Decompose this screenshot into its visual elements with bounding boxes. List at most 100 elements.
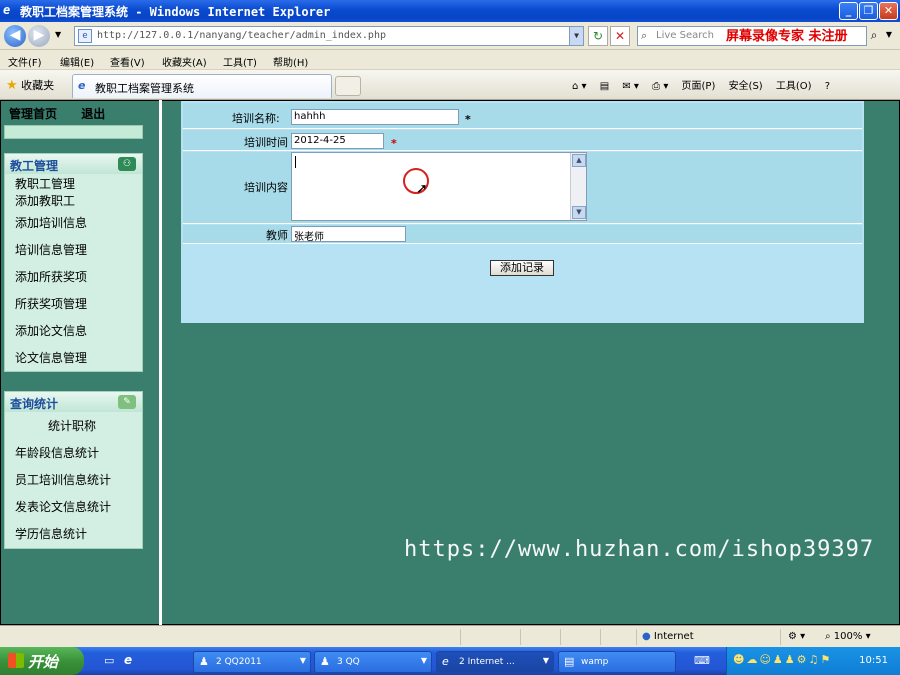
nav-item-training-stats[interactable]: 员工培训信息统计 (15, 471, 111, 488)
page-menu[interactable]: 页面(P) (682, 81, 716, 92)
stop-icon[interactable]: ✕ (610, 26, 630, 46)
command-bar: ⌂ ▾ ▤ ✉ ▾ ⎙ ▾ 页面(P) 安全(S) 工具(O) ? (572, 77, 840, 92)
quicklaunch-ie-icon[interactable]: e (124, 653, 132, 667)
history-dropdown-icon[interactable]: ▼ (55, 30, 61, 39)
top-nav: 管理首页 退出 (9, 105, 125, 122)
nav-spacer-bar (4, 125, 143, 139)
menu-tools[interactable]: 工具(T) (223, 54, 257, 69)
feeds-icon[interactable]: ▤ (600, 81, 609, 92)
qq-icon: ♟ (199, 655, 209, 668)
protected-mode-icon[interactable]: ⚙ ▾ (788, 631, 805, 642)
search-go-icon[interactable]: ⌕ (867, 26, 881, 46)
ie-logo-icon: e (3, 3, 11, 17)
tab-current[interactable]: e 教职工档案管理系统 (72, 74, 332, 98)
maximize-button[interactable]: ❐ (859, 2, 878, 20)
nav-item-award-manage[interactable]: 所获奖项管理 (15, 295, 87, 312)
tools-menu[interactable]: 工具(O) (776, 81, 812, 92)
nav-item-add-staff[interactable]: 添加教职工 (15, 192, 75, 209)
panel-staff-management: 教工管理 ⚇ 教职工管理 添加教职工 添加培训信息 培训信息管理 添加所获奖项 … (4, 153, 143, 372)
taskbar-qq2011[interactable]: ♟ 2 QQ2011 ▼ (193, 651, 311, 673)
nav-item-add-award[interactable]: 添加所获奖项 (15, 268, 87, 285)
help-icon[interactable]: ? (825, 81, 830, 92)
recorder-watermark: 屏幕录像专家 未注册 (726, 29, 848, 44)
text-caret (295, 156, 296, 168)
nav-item-paper-stats[interactable]: 发表论文信息统计 (15, 498, 111, 515)
back-button[interactable]: ◀ (4, 25, 26, 47)
nav-item-paper-manage[interactable]: 论文信息管理 (15, 349, 87, 366)
nav-item-age-stats[interactable]: 年龄段信息统计 (15, 444, 99, 461)
status-bar: ● Internet ⚙ ▾ ⌕ 100% ▾ (0, 625, 900, 647)
taskbar-wamp[interactable]: ▤ wamp (558, 651, 676, 673)
close-button[interactable]: ✕ (879, 2, 898, 20)
training-time-input[interactable]: 2012-4-25 (291, 133, 384, 149)
panel-stats-title: 查询统计 ✎ (5, 392, 142, 412)
address-input[interactable]: e http://127.0.0.1/nanyang/teacher/admin… (74, 26, 584, 46)
home-icon[interactable]: ⌂ ▾ (572, 81, 587, 92)
title-bar[interactable]: e 教职工档案管理系统 - Windows Internet Explorer … (0, 0, 900, 22)
qq-icon: ♟ (320, 655, 330, 668)
nav-item-add-paper[interactable]: 添加论文信息 (15, 322, 87, 339)
clock: 10:51 (859, 655, 888, 666)
security-zone[interactable]: ● Internet (642, 631, 694, 642)
forward-button[interactable]: ▶ (28, 25, 50, 47)
taskbar-internet-explorer[interactable]: e 2 Internet ... ▼ (436, 651, 554, 673)
scroll-up-icon[interactable]: ▲ (572, 154, 586, 167)
nav-item-staff-manage[interactable]: 教职工管理 (15, 175, 75, 192)
status-divider (460, 629, 461, 645)
menu-view[interactable]: 查看(V) (110, 54, 145, 69)
window-title: 教职工档案管理系统 - Windows Internet Explorer (20, 5, 331, 19)
training-name-input[interactable]: hahhh (291, 109, 459, 125)
menu-favorites[interactable]: 收藏夹(A) (162, 54, 207, 69)
required-mark-red: * (391, 137, 397, 150)
menu-edit[interactable]: 编辑(E) (60, 54, 94, 69)
form-row-name (183, 103, 862, 129)
nav-item-add-training[interactable]: 添加培训信息 (15, 214, 87, 231)
nav-home-link[interactable]: 管理首页 (9, 107, 57, 121)
tray-icons[interactable]: ☻☁☺♟♟⚙♫⚑ (733, 653, 832, 666)
panel-staff-title: 教工管理 ⚇ (5, 154, 142, 174)
ie-icon: e (442, 655, 449, 668)
status-divider (636, 629, 637, 645)
search-input[interactable]: ⌕ Live Search 屏幕录像专家 未注册 (637, 26, 867, 46)
taskbar: 开始 ▭ e ♟ 2 QQ2011 ▼ ♟ 3 QQ ▼ e 2 Interne… (0, 647, 900, 675)
page-icon: e (78, 29, 92, 43)
show-desktop-icon[interactable]: ▭ (104, 654, 114, 667)
required-mark: * (465, 113, 471, 126)
mail-icon[interactable]: ✉ ▾ (622, 81, 639, 92)
menu-help[interactable]: 帮助(H) (273, 54, 308, 69)
training-content-textarea[interactable]: ▲ ▼ (291, 152, 587, 221)
nav-item-training-manage[interactable]: 培训信息管理 (15, 241, 87, 258)
ie-tab-icon: e (78, 79, 86, 92)
print-icon[interactable]: ⎙ ▾ (652, 81, 668, 92)
status-divider (520, 629, 521, 645)
nav-item-education-stats[interactable]: 学历信息统计 (15, 525, 87, 542)
safety-menu[interactable]: 安全(S) (729, 81, 763, 92)
minimize-button[interactable]: _ (839, 2, 858, 20)
status-divider (600, 629, 601, 645)
panel-statistics: 查询统计 ✎ 统计职称 年龄段信息统计 员工培训信息统计 发表论文信息统计 学历… (4, 391, 143, 549)
new-tab-button[interactable] (335, 76, 361, 96)
chart-icon: ✎ (118, 395, 136, 409)
search-options-icon[interactable]: ▼ (882, 26, 896, 46)
group-dropdown-icon: ▼ (420, 656, 427, 665)
teacher-label: 教师 (266, 229, 288, 242)
nav-logout-link[interactable]: 退出 (81, 107, 105, 121)
group-dropdown-icon: ▼ (542, 656, 549, 665)
mouse-pointer-icon: ➚ (416, 181, 428, 197)
keyboard-icon[interactable]: ⌨ (694, 654, 710, 667)
add-record-button[interactable]: 添加记录 (490, 260, 554, 276)
taskbar-qq[interactable]: ♟ 3 QQ ▼ (314, 651, 432, 673)
menu-file[interactable]: 文件(F) (8, 54, 42, 69)
people-icon: ⚇ (118, 157, 136, 171)
zoom-level[interactable]: ⌕ 100% ▾ (825, 631, 871, 642)
start-button[interactable]: 开始 (0, 647, 84, 675)
nav-item-title-stats[interactable]: 统计职称 (48, 417, 96, 434)
address-dropdown-icon[interactable]: ▼ (569, 27, 583, 45)
scroll-down-icon[interactable]: ▼ (572, 206, 586, 219)
favorites-button[interactable]: ★ 收藏夹 (6, 77, 54, 93)
refresh-icon[interactable]: ↻ (588, 26, 608, 46)
teacher-input[interactable]: 张老师 (291, 226, 406, 242)
textarea-scrollbar[interactable]: ▲ ▼ (570, 153, 586, 220)
system-tray: ☻☁☺♟♟⚙♫⚑ 10:51 (726, 647, 900, 675)
globe-icon: ● (642, 631, 651, 642)
